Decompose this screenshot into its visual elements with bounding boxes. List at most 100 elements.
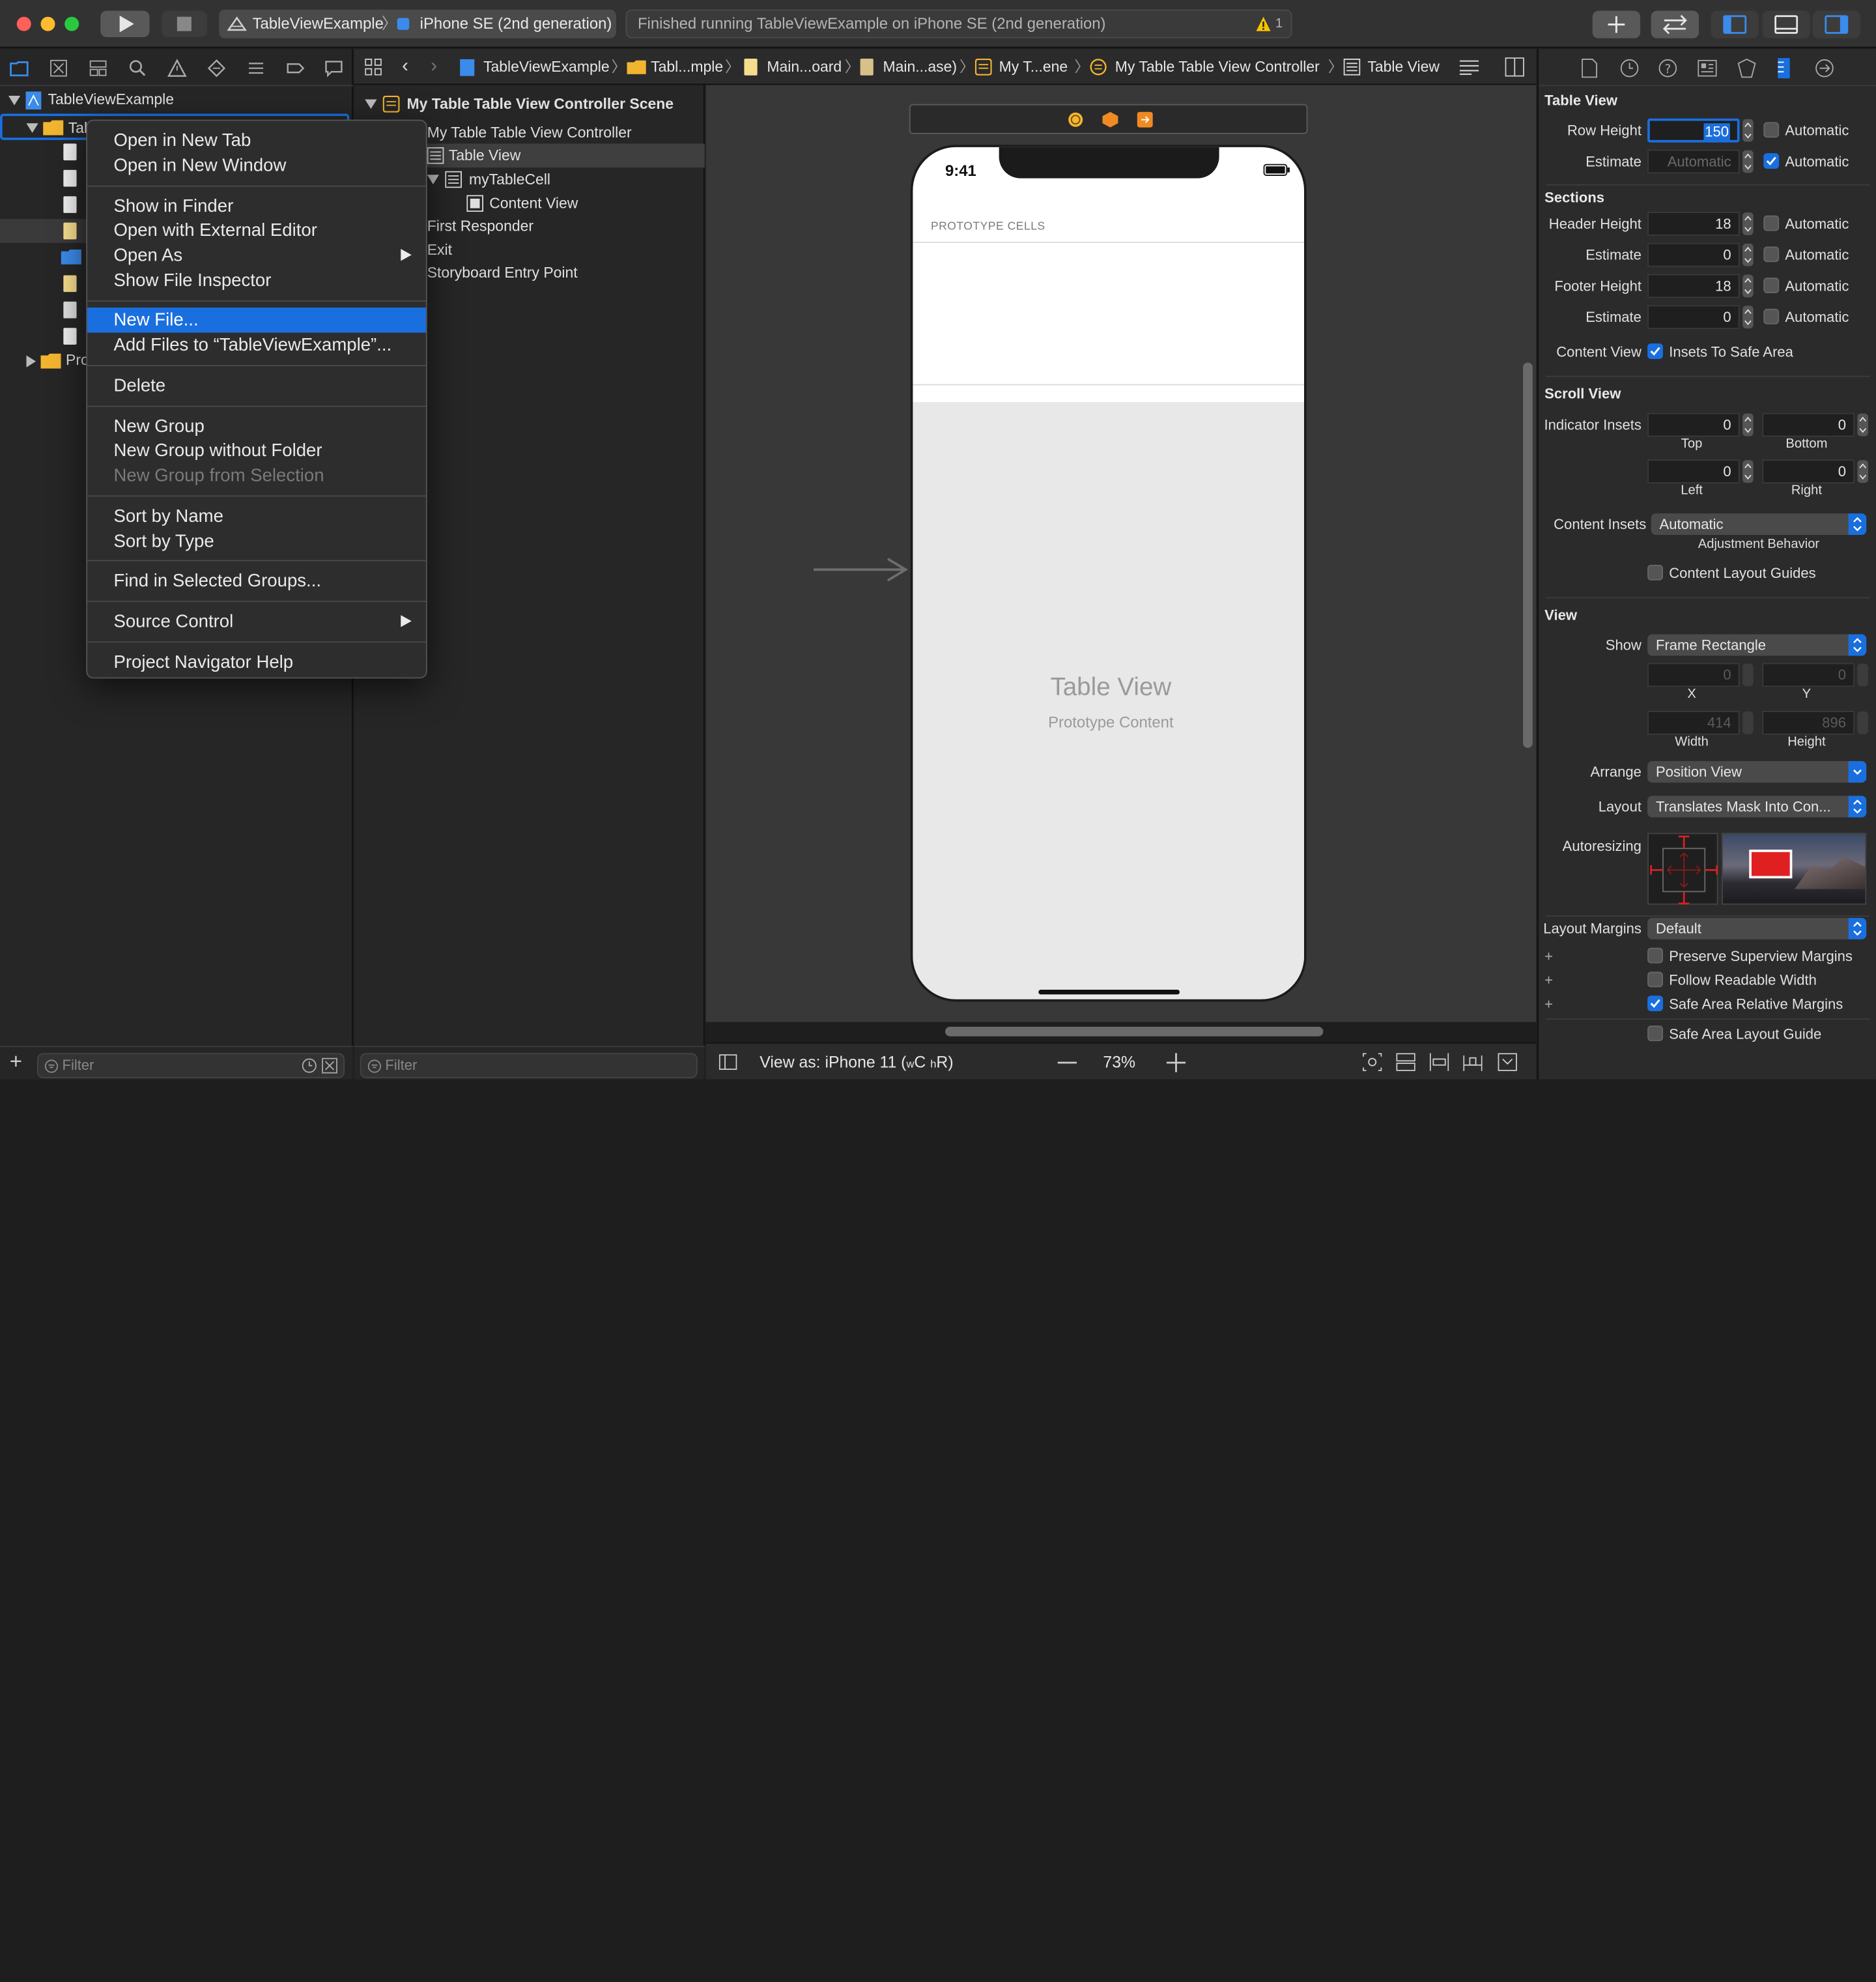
header-estimate-automatic-checkbox[interactable]: [1763, 246, 1780, 263]
attributes-slider-icon[interactable]: [1737, 58, 1756, 78]
safe-area-guide-checkbox[interactable]: [1647, 1026, 1664, 1041]
crumb-table-view[interactable]: Table View: [1367, 49, 1440, 85]
toggle-navigator-button[interactable]: [1711, 10, 1759, 38]
menu-item-navigator-help[interactable]: Project Navigator Help: [87, 650, 426, 675]
size-ruler-icon[interactable]: [1776, 57, 1791, 79]
plist-file-icon[interactable]: [63, 301, 77, 319]
run-button[interactable]: [100, 10, 150, 37]
view-controller-dock-icon[interactable]: [1067, 111, 1084, 128]
device-config-button[interactable]: View as: iPhone 11 (wC hR): [760, 1044, 953, 1080]
content-layout-guides-checkbox[interactable]: [1647, 564, 1664, 581]
width-field[interactable]: 414: [1647, 710, 1740, 735]
indicator-right-field[interactable]: 0: [1762, 459, 1855, 484]
connections-arrow-icon[interactable]: [1815, 59, 1834, 78]
toggle-outline-icon[interactable]: [718, 1054, 737, 1070]
entry-point-arrow-icon[interactable]: [813, 558, 909, 582]
update-frames-icon[interactable]: [1363, 1053, 1382, 1071]
footer-automatic-checkbox[interactable]: [1763, 278, 1780, 293]
swift-file-icon[interactable]: [63, 169, 77, 187]
horizontal-scrollbar[interactable]: [945, 1026, 1324, 1037]
prototype-cell[interactable]: [913, 242, 1305, 384]
footer-height-field[interactable]: 18: [1647, 274, 1740, 298]
disclosure-down-icon[interactable]: [427, 175, 440, 184]
menu-item-open-new-tab[interactable]: Open in New Tab: [87, 128, 426, 154]
stop-button[interactable]: [161, 10, 207, 37]
add-variation-button[interactable]: +: [1544, 967, 1553, 993]
menu-item-find-in-groups[interactable]: Find in Selected Groups...: [87, 568, 426, 594]
history-clock-icon[interactable]: [1620, 59, 1639, 78]
width-stepper[interactable]: [1742, 711, 1754, 735]
row-estimate-stepper[interactable]: [1742, 150, 1754, 174]
report-icon[interactable]: [324, 59, 343, 78]
footer-height-stepper[interactable]: [1742, 274, 1754, 298]
add-variation-button[interactable]: +: [1544, 991, 1553, 1017]
indicator-left-field[interactable]: 0: [1647, 459, 1740, 484]
resolve-issues-icon[interactable]: [1498, 1053, 1517, 1071]
file-inspector-icon[interactable]: [1582, 58, 1597, 78]
indicator-top-stepper[interactable]: [1742, 413, 1754, 437]
toggle-debug-area-button[interactable]: [1762, 10, 1810, 38]
height-field[interactable]: 896: [1762, 710, 1855, 735]
arrange-popup[interactable]: Position View: [1647, 761, 1867, 783]
menu-item-open-new-window[interactable]: Open in New Window: [87, 153, 426, 179]
exit-dock-icon[interactable]: [1137, 111, 1154, 128]
scheme-selector[interactable]: TableViewExample 〉 iPhone SE (2nd genera…: [219, 9, 616, 38]
source-control-icon[interactable]: [49, 59, 68, 78]
stack-icon[interactable]: [1396, 1053, 1415, 1071]
preserve-margins-checkbox[interactable]: [1647, 947, 1664, 964]
menu-item-sort-by-type[interactable]: Sort by Type: [87, 529, 426, 554]
swift-file-icon[interactable]: [63, 143, 77, 161]
menu-item-show-file-inspector[interactable]: Show File Inspector: [87, 268, 426, 293]
content-insets-popup[interactable]: Automatic: [1651, 513, 1867, 536]
crumb-scene[interactable]: My T...ene: [999, 49, 1068, 85]
footer-estimate-automatic-checkbox[interactable]: [1763, 308, 1780, 324]
first-responder-dock-icon[interactable]: [1102, 111, 1119, 128]
crumb-group[interactable]: Tabl...mple: [651, 49, 723, 85]
search-icon[interactable]: [128, 59, 147, 78]
insets-safe-area-checkbox[interactable]: [1647, 343, 1664, 360]
zoom-in-icon[interactable]: [1166, 1053, 1186, 1072]
issue-warning-icon[interactable]: [167, 59, 187, 78]
crumb-storyboard[interactable]: Main...oard: [767, 49, 842, 85]
breakpoint-icon[interactable]: [286, 59, 305, 78]
disclosure-down-icon[interactable]: [8, 95, 21, 106]
iphone-scene[interactable]: 9:41 PROTOTYPE CELLS Table View Prototyp…: [910, 145, 1307, 1002]
library-button[interactable]: [1592, 10, 1641, 38]
layout-margins-popup[interactable]: Default: [1647, 917, 1867, 940]
disclosure-down-icon[interactable]: [365, 99, 377, 109]
forward-chevron-icon[interactable]: ›: [431, 49, 437, 85]
tree-project-root[interactable]: TableViewExample: [0, 87, 353, 113]
header-height-stepper[interactable]: [1742, 212, 1754, 236]
y-field[interactable]: 0: [1762, 663, 1855, 687]
storyboard-file-icon[interactable]: [63, 222, 77, 240]
disclosure-right-icon[interactable]: [26, 355, 36, 367]
folder-icon[interactable]: [10, 59, 29, 78]
menu-item-delete[interactable]: Delete: [87, 373, 426, 399]
swift-file-icon[interactable]: [63, 196, 77, 213]
header-height-field[interactable]: 18: [1647, 212, 1740, 236]
indicator-top-field[interactable]: 0: [1647, 412, 1740, 437]
storyboard-file-icon[interactable]: [63, 275, 77, 293]
menu-item-new-file[interactable]: New File...: [87, 308, 426, 333]
assets-folder-icon[interactable]: [61, 249, 81, 265]
layout-popup[interactable]: Translates Mask Into Con...: [1647, 796, 1867, 818]
indicator-right-stepper[interactable]: [1857, 459, 1869, 483]
related-items-grid-icon[interactable]: [365, 58, 382, 76]
safe-area-relative-checkbox[interactable]: [1647, 996, 1664, 1012]
vertical-scrollbar[interactable]: [1523, 362, 1533, 748]
menu-item-new-group-without-folder[interactable]: New Group without Folder: [87, 438, 426, 463]
add-variation-button[interactable]: +: [1544, 943, 1553, 969]
menu-item-add-files[interactable]: Add Files to “TableViewExample”...: [87, 333, 426, 358]
x-field[interactable]: 0: [1647, 663, 1740, 687]
zoom-out-icon[interactable]: [1057, 1061, 1077, 1064]
row-estimate-field[interactable]: Automatic: [1647, 149, 1740, 174]
autoresizing-mask-editor[interactable]: [1647, 833, 1718, 905]
header-automatic-checkbox[interactable]: [1763, 215, 1780, 231]
align-icon[interactable]: [1429, 1053, 1449, 1071]
footer-estimate-stepper[interactable]: [1742, 305, 1754, 329]
back-chevron-icon[interactable]: ‹: [402, 49, 408, 85]
identity-card-icon[interactable]: [1698, 59, 1717, 77]
interface-builder-canvas[interactable]: 9:41 PROTOTYPE CELLS Table View Prototyp…: [705, 85, 1537, 1037]
symbol-icon[interactable]: [89, 59, 107, 78]
add-file-button[interactable]: +: [10, 1050, 22, 1075]
